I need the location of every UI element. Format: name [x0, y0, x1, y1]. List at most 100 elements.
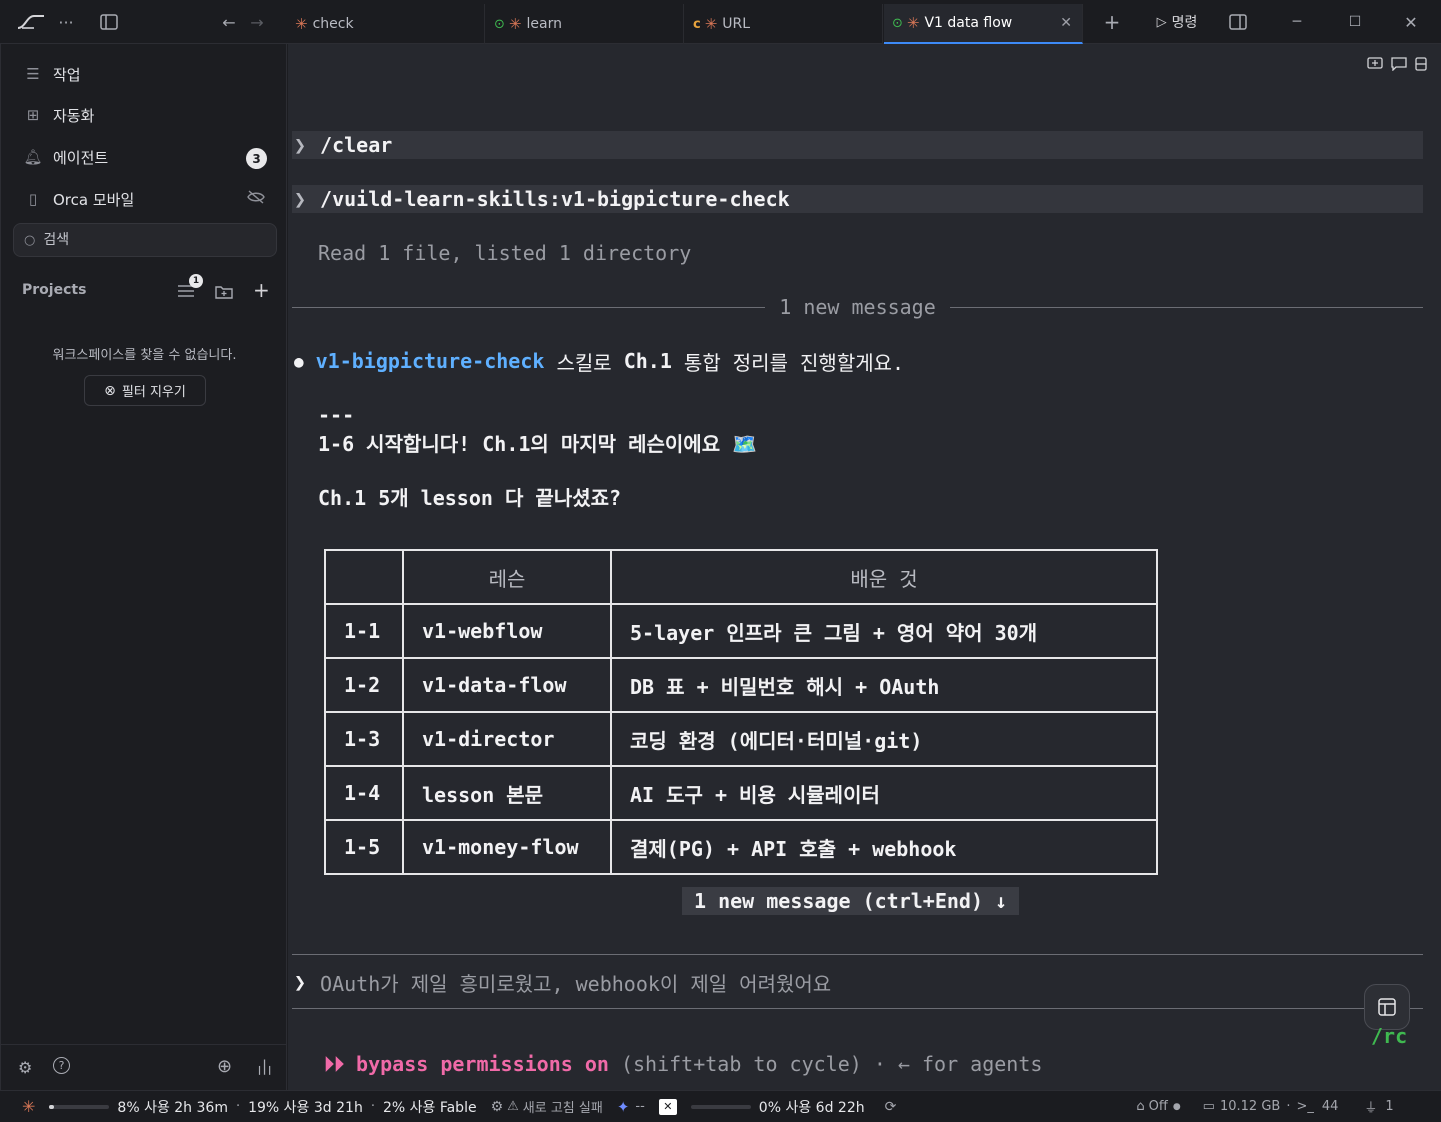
- split-pane-icon[interactable]: [1415, 52, 1427, 76]
- add-project-icon[interactable]: +: [253, 278, 270, 302]
- power-state: Off: [1148, 1099, 1168, 1114]
- help-icon[interactable]: ?: [53, 1057, 70, 1074]
- sync-icon[interactable]: ⟳: [885, 1099, 897, 1115]
- new-message-divider: 1 new message: [292, 293, 1424, 321]
- filter-icon[interactable]: 1: [177, 274, 203, 302]
- table-cell: 1-3: [324, 711, 404, 767]
- lesson-question: Ch.1 5개 lesson 다 끝나셨죠?: [318, 485, 622, 510]
- command-button[interactable]: ▷ 명령: [1146, 8, 1208, 36]
- sidebar-item-orca-mobile[interactable]: ▯ Orca 모바일: [13, 181, 277, 217]
- memory-icon: ▭: [1202, 1099, 1215, 1114]
- new-folder-icon[interactable]: [215, 284, 233, 303]
- tab-v1-data-flow[interactable]: ⊙ ✳ V1 data flow ✕: [884, 4, 1083, 44]
- plug-count: 1: [1385, 1099, 1394, 1114]
- terminal-count: 44: [1321, 1099, 1339, 1114]
- table-header: 배운 것: [610, 549, 1158, 605]
- gemini-icon: ✦: [616, 1097, 630, 1116]
- terminal-app-icon: ✕: [658, 1098, 677, 1115]
- sidebar-item-automation[interactable]: ⊞ 자동화: [13, 97, 277, 133]
- table-cell: 1-5: [324, 819, 404, 875]
- prompt-chevron-icon: ❯: [294, 970, 307, 994]
- claude-star-icon: ✳: [704, 15, 718, 33]
- plug-icon: ⏚: [1364, 1101, 1378, 1116]
- crosshair-icon[interactable]: ⊕: [217, 1056, 232, 1077]
- table-cell: 1-2: [324, 657, 404, 713]
- layout-icon: [1378, 998, 1396, 1016]
- search-box[interactable]: ○: [13, 223, 277, 257]
- maximize-icon[interactable]: ☐: [1342, 8, 1368, 36]
- table-header: 레슨: [402, 549, 612, 605]
- permission-mode-status: ⏵⏵ bypass permissions on (shift+tab to c…: [324, 1052, 1043, 1076]
- table-row: 1-5 v1-money-flow 결제(PG) + API 호출 + webh…: [324, 819, 1158, 875]
- tool-summary: Read 1 file, listed 1 directory: [318, 241, 692, 265]
- table-cell: v1-money-flow: [402, 819, 612, 875]
- claude-star-icon: ✳: [508, 15, 522, 33]
- tab-check[interactable]: ✳ check: [287, 4, 485, 44]
- list-icon: ☰: [26, 65, 40, 83]
- back-arrow-icon[interactable]: ←: [218, 8, 240, 36]
- add-comment-icon[interactable]: [1367, 52, 1383, 76]
- warning-icon: ⚠: [507, 1099, 519, 1114]
- table-header-row: 레슨 배운 것: [324, 549, 1158, 605]
- table-cell: v1-data-flow: [402, 657, 612, 713]
- calendar-clock-icon: ⊞: [26, 106, 40, 124]
- separator-dot: ·: [235, 1099, 241, 1114]
- prompt-chevron-icon: ❯: [294, 133, 307, 157]
- rc-label: /rc: [1371, 1024, 1408, 1048]
- loading-icon: c: [693, 16, 701, 32]
- table-cell: 코딩 환경 (에디터·터미널·git): [610, 711, 1158, 767]
- new-tab-icon[interactable]: +: [1099, 8, 1125, 36]
- check-circle-icon: ⊙: [892, 15, 903, 31]
- history-command-skill: ❯/vuild-learn-skills:v1-bigpicture-check: [292, 185, 1423, 213]
- phone-icon: ▯: [28, 190, 38, 208]
- title-bar: ··· ← → ✳ check ⊙ ✳ learn c ✳ URL ⊙ ✳ V1…: [0, 0, 1441, 44]
- table-cell: 결제(PG) + API 호출 + webhook: [610, 819, 1158, 875]
- settings-icon[interactable]: ⚙: [18, 1058, 32, 1077]
- table-cell: 1-1: [324, 603, 404, 659]
- usage-other: 0% 사용 6d 22h: [758, 1099, 865, 1116]
- clear-circle-icon: ⊗: [104, 382, 116, 399]
- panel-bars-icon[interactable]: ╷|╷: [255, 1057, 274, 1075]
- refresh-failed-label: 새로 고침 실패: [522, 1101, 603, 1116]
- sidebar-toggle-icon[interactable]: [96, 8, 122, 36]
- clear-filter-button[interactable]: ⊗ 필터 지우기: [84, 375, 206, 406]
- table-header: [324, 549, 404, 605]
- sidebar: ☰ 작업 ⊞ 자동화 🔔︎ 에이전트 3 ▯ Orca 모바일 ○ Projec…: [0, 44, 287, 1090]
- claude-star-icon: ✳: [906, 14, 920, 32]
- agents-count-badge: 3: [246, 148, 267, 169]
- bullet-icon: ●: [294, 351, 304, 371]
- sidebar-item-tasks[interactable]: ☰ 작업: [13, 56, 277, 92]
- more-icon[interactable]: ···: [54, 8, 78, 36]
- claude-star-icon: ✳: [22, 1097, 36, 1116]
- input-top-border: [292, 954, 1423, 955]
- empty-workspace-message: 워크스페이스를 찾을 수 없습니다.: [52, 348, 237, 363]
- tab-url[interactable]: c ✳ URL: [685, 4, 883, 44]
- separator-dot: ·: [370, 1099, 375, 1114]
- window-close-icon[interactable]: ✕: [1398, 8, 1424, 36]
- power-icon: ⌂: [1136, 1099, 1145, 1114]
- jump-to-new-message-button[interactable]: 1 new message (ctrl+End) ↓: [682, 887, 1020, 915]
- lessons-table: 레슨 배운 것 1-1 v1-webflow 5-layer 인프라 큰 그림 …: [324, 549, 1158, 875]
- tab-learn[interactable]: ⊙ ✳ learn: [486, 4, 684, 44]
- table-cell: lesson 본문: [402, 765, 612, 821]
- search-input[interactable]: [43, 232, 244, 248]
- minimize-icon[interactable]: ─: [1284, 8, 1310, 36]
- terminal-pane[interactable]: ❯/clear ❯/vuild-learn-skills:v1-bigpictu…: [288, 44, 1441, 1090]
- table-cell: v1-director: [402, 711, 612, 767]
- usage-bar: [690, 1104, 751, 1109]
- table-cell: DB 표 + 비밀번호 해시 + OAuth: [610, 657, 1158, 713]
- comment-icon[interactable]: [1391, 52, 1407, 76]
- separator-dot: ·: [1286, 1099, 1291, 1114]
- sidebar-item-agents[interactable]: 🔔︎ 에이전트 3: [13, 139, 277, 175]
- table-row: 1-4 lesson 본문 AI 도구 + 비용 시뮬레이터: [324, 765, 1158, 821]
- usage-model: 2% 사용 Fable: [382, 1099, 477, 1116]
- split-view-icon[interactable]: [1226, 8, 1250, 36]
- table-cell: AI 도구 + 비용 시뮬레이터: [610, 765, 1158, 821]
- prompt-chevron-icon: ❯: [294, 187, 307, 211]
- table-cell: v1-webflow: [402, 603, 612, 659]
- app-logo-icon[interactable]: [14, 8, 48, 36]
- close-tab-icon[interactable]: ✕: [1060, 15, 1072, 31]
- eye-off-icon[interactable]: [247, 190, 265, 208]
- forward-arrow-icon[interactable]: →: [246, 8, 268, 36]
- prompt-input[interactable]: ❯ OAuth가 제일 흥미로웠고, webhook이 제일 어려웠어요: [292, 968, 1423, 996]
